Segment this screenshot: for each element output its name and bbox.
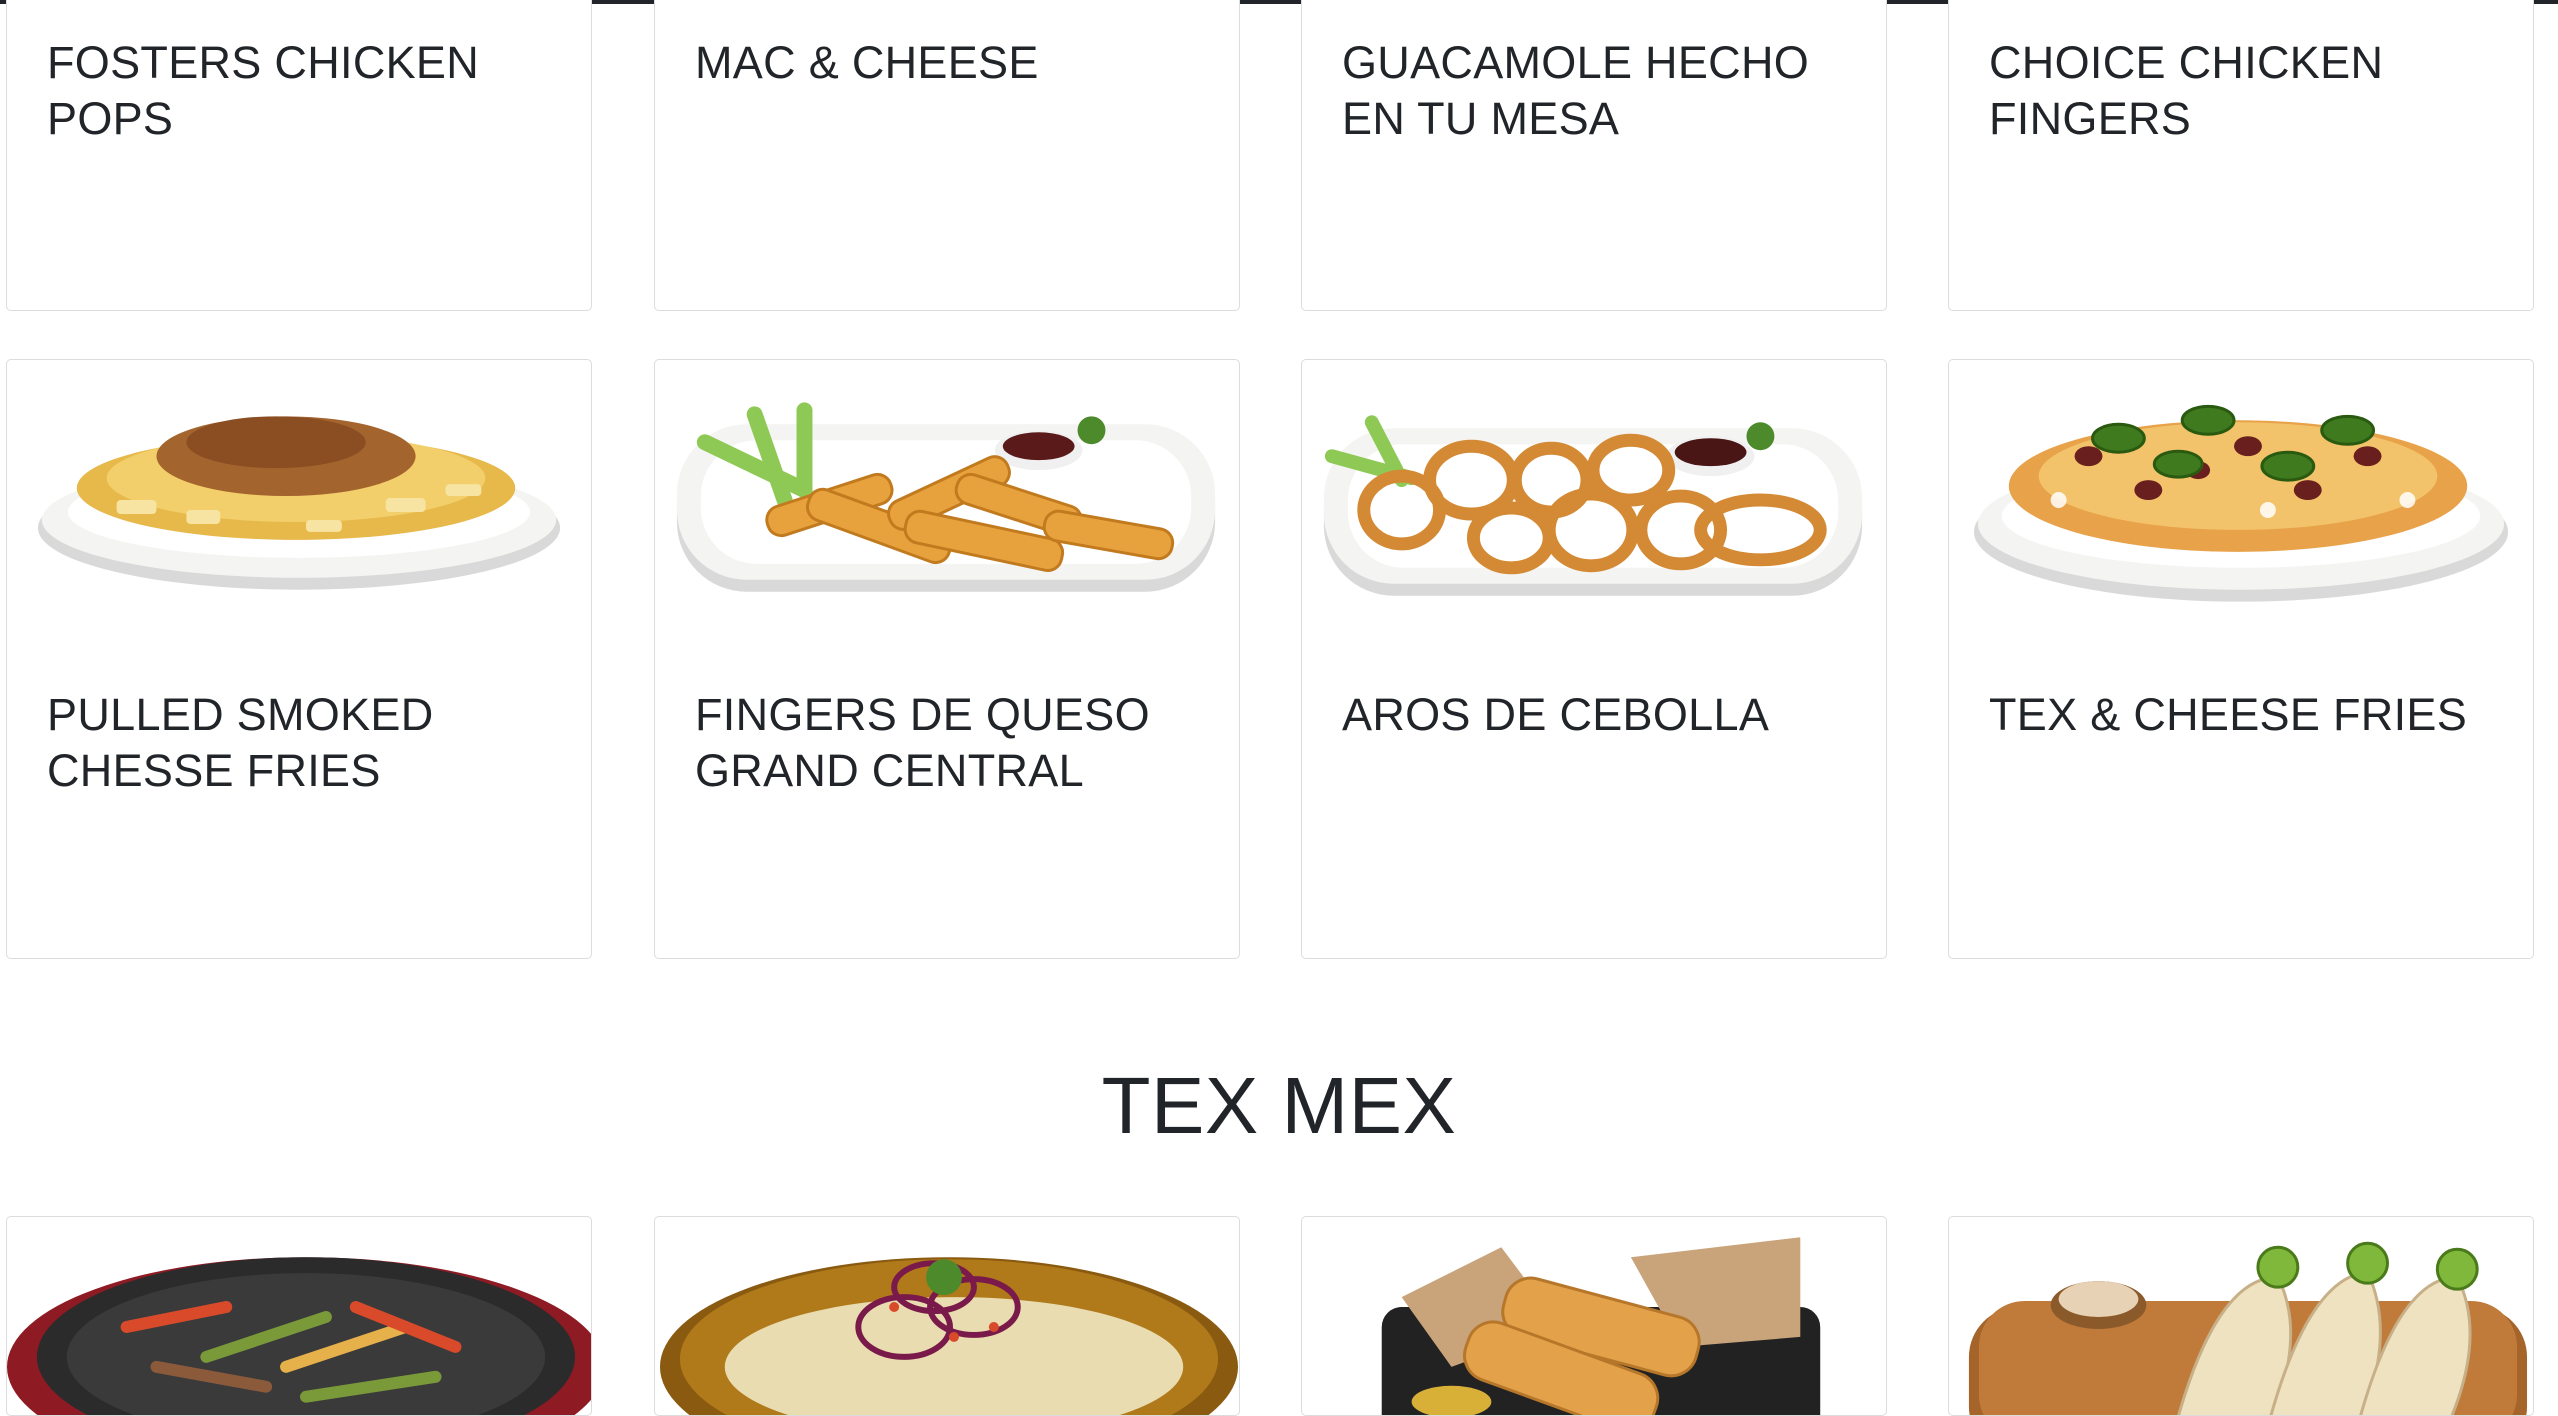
menu-card-title: CHOICE CHICKEN FINGERS [1989,37,2384,144]
menu-card[interactable]: AROS DE CEBOLLA [1301,359,1887,959]
menu-card[interactable] [654,1216,1240,1416]
menu-card[interactable]: PULLED SMOKED CHESSE FRIES [6,359,592,959]
section-title: TEX MEX [1101,1061,1457,1150]
enchiladas-plate-image [660,1257,1238,1415]
menu-card[interactable]: TEX & CHEESE FRIES [1948,359,2534,959]
menu-card[interactable] [6,1216,592,1416]
menu-card[interactable]: FINGERS DE QUESO GRAND CENTRAL [654,359,1240,959]
menu-card-title: FINGERS DE QUESO GRAND CENTRAL [695,689,1150,796]
tacos-plate-image [1968,1241,2528,1415]
menu-card[interactable]: GUACAMOLE HECHO EN TU MESA [1301,0,1887,311]
menu-card[interactable] [1301,1216,1887,1416]
menu-card-title: AROS DE CEBOLLA [1342,689,1770,740]
menu-card[interactable]: CHOICE CHICKEN FINGERS [1948,0,2534,311]
onion-rings-plate-image [1323,415,1863,596]
menu-card-title: MAC & CHEESE [695,37,1039,88]
menu-card-title: GUACAMOLE HECHO EN TU MESA [1342,37,1810,144]
menu-card-title: FOSTERS CHICKEN POPS [47,37,480,144]
loaded-fries-plate-image [37,416,561,590]
flautas-basket-image [1381,1237,1821,1415]
menu-card-title: PULLED SMOKED CHESSE FRIES [47,689,434,796]
menu-card[interactable]: MAC & CHEESE [654,0,1240,311]
menu-card[interactable]: FOSTERS CHICKEN POPS [6,0,592,311]
nacho-fries-plate-image [1973,404,2509,602]
menu-card[interactable] [1948,1216,2534,1416]
menu-card-title: TEX & CHEESE FRIES [1989,689,2468,740]
fajitas-skillet-image [7,1257,591,1415]
cheese-sticks-plate-image [676,402,1216,592]
